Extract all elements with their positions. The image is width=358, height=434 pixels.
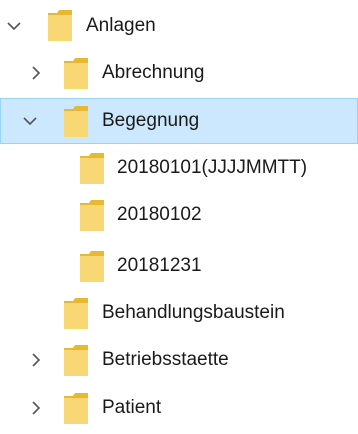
- tree-item-anlagen[interactable]: Anlagen: [0, 3, 358, 49]
- folder-icon: [79, 251, 105, 282]
- tree-item-behandlungsbaustein[interactable]: Behandlungsbaustein: [0, 290, 358, 336]
- folder-tree: Anlagen Abrechnung Begegnung 20180101(JJ…: [0, 0, 358, 434]
- tree-item-20181231[interactable]: 20181231: [0, 243, 358, 289]
- tree-item-label: 20180101(JJJJMMTT): [117, 157, 308, 178]
- tree-item-patient[interactable]: Patient: [0, 385, 358, 431]
- tree-item-betriebsstaette[interactable]: Betriebsstaette: [0, 337, 358, 383]
- folder-icon: [79, 153, 105, 184]
- tree-item-label: Abrechnung: [102, 62, 205, 83]
- tree-item-label: Patient: [102, 397, 162, 418]
- tree-item-begegnung[interactable]: Begegnung: [0, 98, 358, 144]
- folder-icon: [63, 393, 89, 424]
- folder-icon: [63, 298, 89, 329]
- chevron-down-icon[interactable]: [5, 3, 23, 49]
- folder-icon: [63, 345, 89, 376]
- tree-item-label: Anlagen: [86, 15, 156, 36]
- folder-icon: [47, 10, 73, 41]
- chevron-down-icon[interactable]: [21, 98, 39, 144]
- folder-icon: [79, 200, 105, 231]
- tree-item-label: Betriebsstaette: [102, 349, 229, 370]
- tree-item-label: Behandlungsbaustein: [102, 302, 285, 323]
- tree-item-label: 20180102: [117, 204, 202, 225]
- tree-item-label: 20181231: [117, 255, 202, 276]
- tree-item-label: Begegnung: [102, 110, 200, 131]
- tree-item-20180102[interactable]: 20180102: [0, 192, 358, 238]
- chevron-right-icon[interactable]: [27, 337, 45, 383]
- chevron-right-icon[interactable]: [27, 385, 45, 431]
- folder-icon: [63, 58, 89, 89]
- tree-item-20180101[interactable]: 20180101(JJJJMMTT): [0, 145, 358, 191]
- chevron-right-icon[interactable]: [27, 50, 45, 96]
- folder-icon: [63, 106, 89, 137]
- tree-item-abrechnung[interactable]: Abrechnung: [0, 50, 358, 96]
